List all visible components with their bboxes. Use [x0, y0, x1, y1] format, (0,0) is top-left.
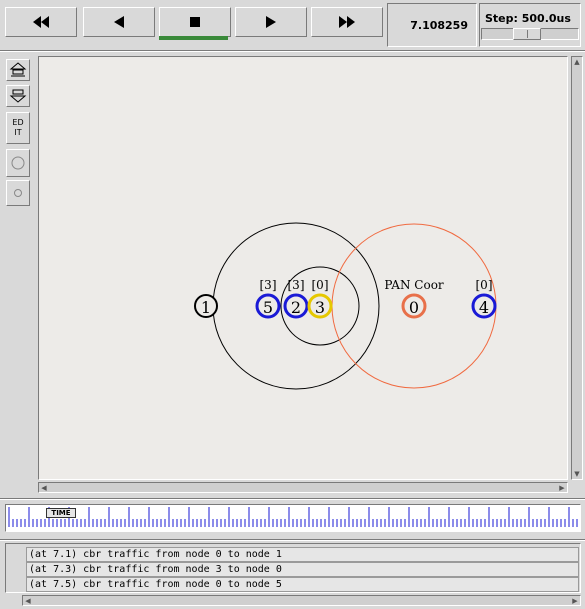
timeline-separator: [0, 498, 585, 500]
node-4-id: 4: [479, 298, 489, 317]
node-3-id: 3: [315, 298, 325, 317]
step-panel: [479, 3, 581, 47]
timeline-label: TIME: [51, 509, 71, 517]
network-canvas[interactable]: 1 5 2 3 0 4 [3] [3] [0] PAN Coor [0]: [38, 56, 568, 480]
play-forward-icon: [266, 16, 276, 28]
current-time-readout: 7.108259: [387, 3, 477, 47]
toolbar-separator: [0, 50, 585, 52]
node-0-label: PAN Coor: [384, 278, 444, 292]
node-0-id: 0: [409, 298, 419, 317]
scroll-down-arrow-icon[interactable]: ▼: [572, 469, 582, 479]
node-3-label: [0]: [312, 278, 329, 292]
step-slider-thumb[interactable]: [513, 28, 541, 40]
log-entry: (at 7.5) cbr traffic from node 0 to node…: [26, 577, 579, 592]
node-2-id: 2: [291, 298, 301, 317]
log-entry: (at 7.3) cbr traffic from node 3 to node…: [26, 562, 579, 577]
stop-icon: [190, 17, 200, 27]
step-back-button[interactable]: [83, 7, 155, 37]
zoom-in-icon: [9, 62, 27, 77]
node-5-id: 5: [263, 298, 273, 317]
circle-large-icon: [11, 156, 25, 170]
zoom-in-button[interactable]: [6, 59, 30, 81]
fast-rewind-icon: [33, 16, 49, 28]
log-entry: (at 7.1) cbr traffic from node 0 to node…: [26, 547, 579, 562]
small-circle-tool-button[interactable]: [6, 180, 30, 206]
rewind-button[interactable]: [5, 7, 77, 37]
edit-button[interactable]: ED IT: [6, 112, 30, 144]
node-4-label: [0]: [476, 278, 493, 292]
node-1-id: 1: [201, 298, 211, 317]
scroll-right-arrow-icon[interactable]: ▶: [557, 483, 567, 493]
node-5-label: [3]: [260, 278, 277, 292]
scroll-up-arrow-icon[interactable]: ▲: [572, 57, 582, 67]
edit-label: ED IT: [12, 118, 24, 137]
stop-active-indicator: [159, 36, 228, 40]
step-label: Step: 500.0us: [485, 12, 571, 25]
event-log: (at 7.1) cbr traffic from node 0 to node…: [5, 543, 581, 593]
fast-forward-icon: [339, 16, 355, 28]
play-backward-icon: [114, 16, 124, 28]
topology-view: 1 5 2 3 0 4 [3] [3] [0] PAN Coor [0]: [194, 222, 497, 390]
zoom-out-button[interactable]: [6, 85, 30, 107]
timeline-bar[interactable]: TIME: [5, 504, 581, 532]
log-scroll-left-arrow-icon[interactable]: ◀: [23, 596, 33, 606]
log-scroll-right-arrow-icon[interactable]: ▶: [570, 596, 580, 606]
scroll-left-arrow-icon[interactable]: ◀: [39, 483, 49, 493]
play-button[interactable]: [235, 7, 307, 37]
log-horizontal-scrollbar[interactable]: ◀ ▶: [22, 595, 581, 606]
node-2-label: [3]: [288, 278, 305, 292]
zoom-out-icon: [9, 89, 27, 103]
timeline-cursor[interactable]: TIME: [46, 508, 76, 518]
stop-button[interactable]: [159, 7, 231, 37]
timeline-ticks: [8, 507, 578, 527]
canvas-vertical-scrollbar[interactable]: ▲ ▼: [571, 56, 583, 480]
log-separator: [0, 539, 585, 541]
canvas-horizontal-scrollbar[interactable]: ◀ ▶: [38, 482, 568, 493]
fast-forward-button[interactable]: [311, 7, 383, 37]
large-circle-tool-button[interactable]: [6, 149, 30, 177]
circle-small-icon: [14, 189, 22, 197]
